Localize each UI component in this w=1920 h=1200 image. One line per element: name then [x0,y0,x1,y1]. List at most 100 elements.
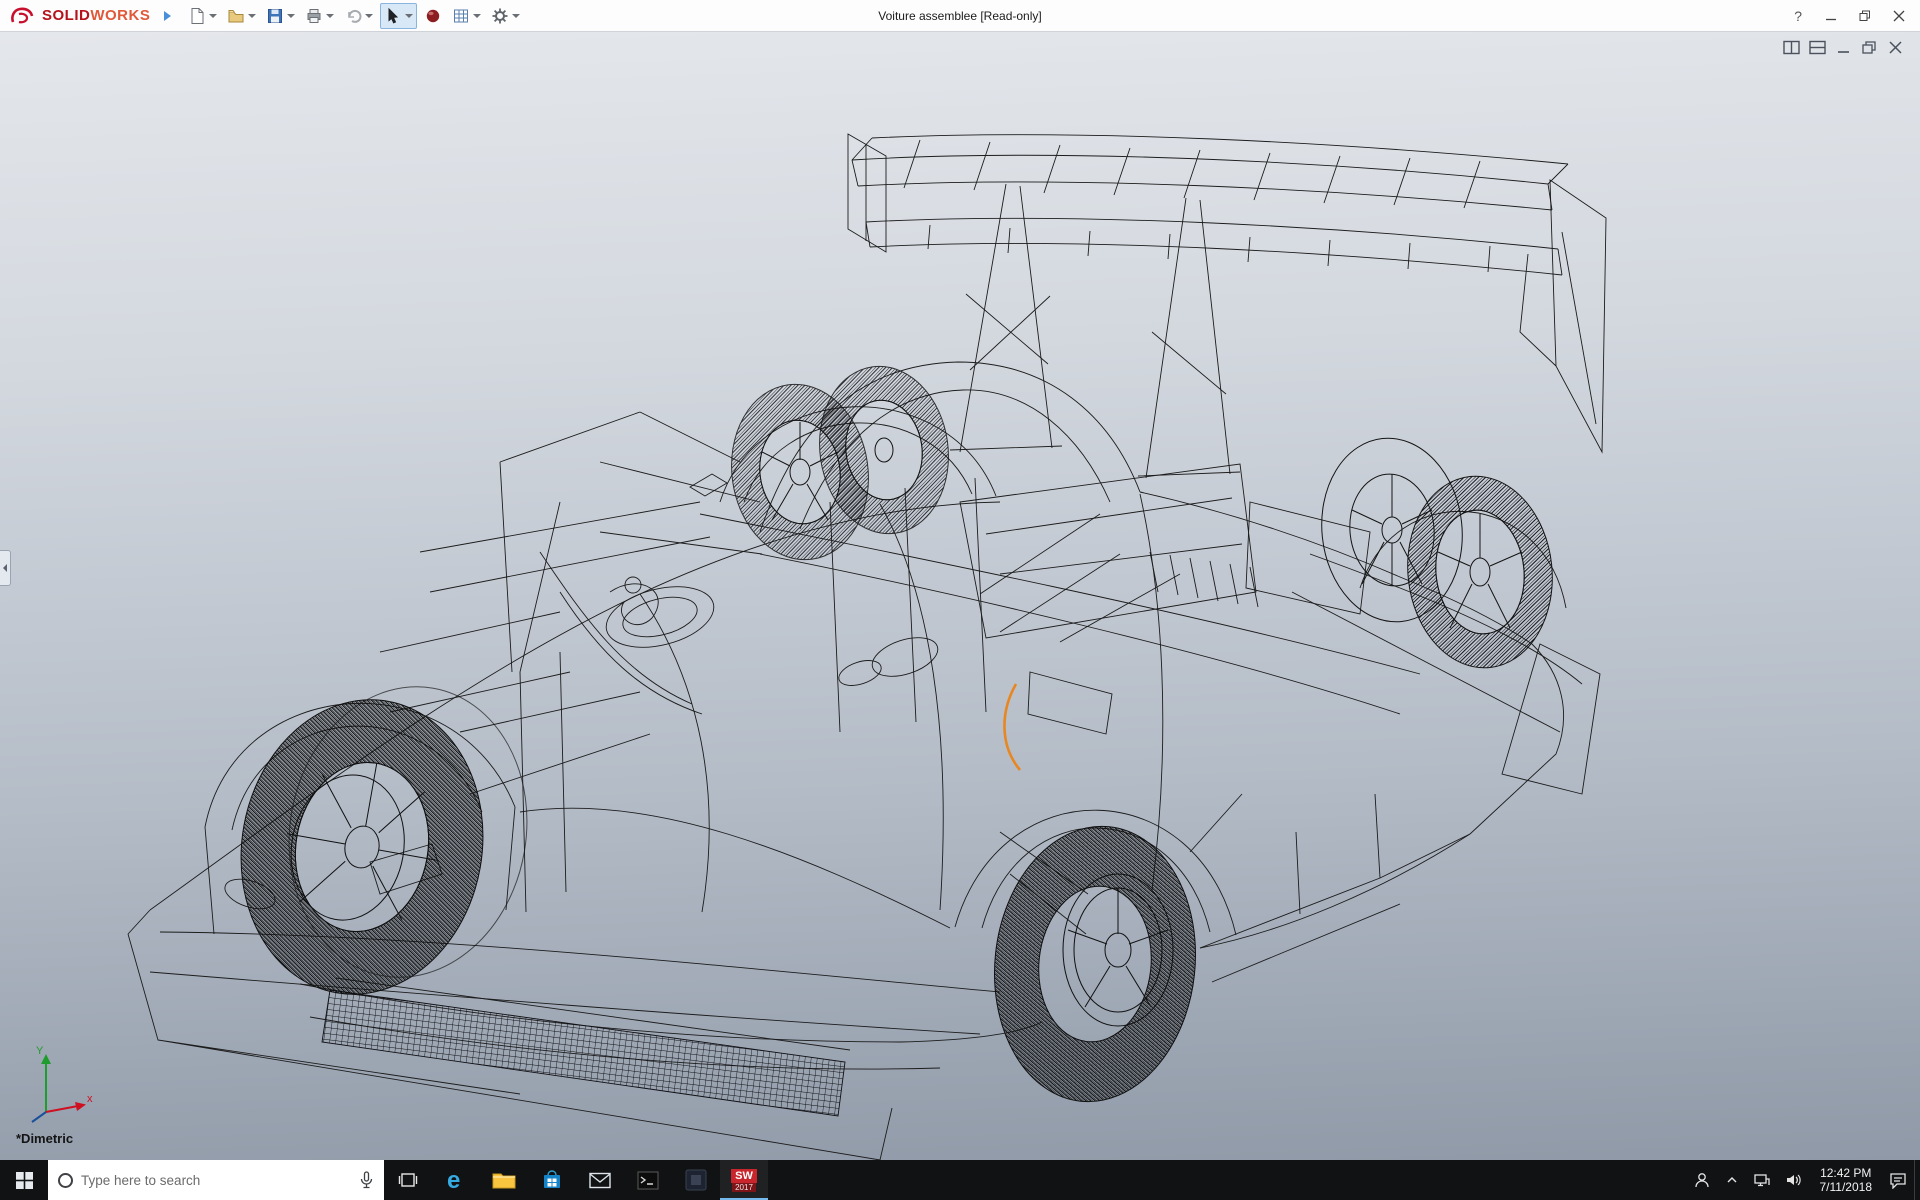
volume-icon [1785,1172,1803,1188]
chevron-down-icon[interactable] [473,14,481,18]
options-gear-icon [491,7,509,25]
action-center-button[interactable] [1882,1160,1914,1200]
undo-arrow-icon [344,7,362,25]
restore-icon [1859,10,1871,22]
help-button[interactable]: ? [1784,6,1812,26]
design-table-icon [452,7,470,25]
options-button[interactable] [488,4,523,28]
dark-app-icon [685,1169,707,1191]
select-cursor-icon [384,7,402,25]
brand-bold: SOLID [42,7,90,24]
front-grille[interactable] [322,978,850,1116]
doc-restore-icon[interactable] [1861,40,1878,55]
sw-badge-text: SW [731,1169,757,1183]
taskbar-search[interactable] [48,1160,384,1200]
open-folder-icon [227,7,245,25]
show-desktop-strip[interactable] [1914,1160,1920,1200]
network-button[interactable] [1746,1160,1778,1200]
people-button[interactable] [1686,1160,1718,1200]
titlebar: SOLIDWORKS [0,0,1920,32]
taskbar-clock[interactable]: 12:42 PM 7/11/2018 [1810,1160,1883,1200]
microphone-icon[interactable] [359,1171,374,1189]
taskbar-spacer [768,1160,1686,1200]
minimize-button[interactable] [1816,4,1846,28]
rear-left-wheel[interactable] [981,816,1209,1111]
command-prompt-icon [637,1171,659,1190]
save-button[interactable] [263,4,298,28]
front-left-wheel[interactable] [218,668,549,1014]
orientation-triad: Y x [16,1040,96,1126]
print-button[interactable] [302,4,337,28]
chevron-down-icon[interactable] [405,14,413,18]
triad-x-label: x [87,1093,93,1105]
chevron-down-icon[interactable] [326,14,334,18]
doc-minimize-icon[interactable] [1835,40,1852,55]
dark-app-button[interactable] [672,1160,720,1200]
clock-time: 12:42 PM [1820,1166,1871,1180]
featuremanager-collapsed-tab[interactable] [0,550,11,586]
appearance-button[interactable] [421,4,445,28]
store-icon [541,1169,563,1191]
ds-logo-icon [10,6,36,26]
restore-button[interactable] [1850,4,1880,28]
edge-icon: e [443,1167,469,1193]
people-icon [1693,1171,1711,1189]
split-pane-icon[interactable] [1783,40,1800,55]
svg-text:e: e [447,1167,460,1193]
view-orientation-label: *Dimetric [16,1131,73,1146]
volume-button[interactable] [1778,1160,1810,1200]
mail-icon [589,1172,611,1189]
file-explorer-icon [492,1170,516,1190]
close-icon [1893,10,1905,22]
rear-right-wheel[interactable] [1313,431,1562,675]
graphics-area[interactable]: Y x *Dimetric [0,32,1920,1160]
document-window-controls [1783,40,1904,55]
chevron-down-icon[interactable] [287,14,295,18]
clock-date: 7/11/2018 [1820,1180,1873,1194]
new-document-icon [188,7,206,25]
chevron-down-icon[interactable] [209,14,217,18]
triad-y-label: Y [36,1045,44,1057]
task-view-icon [398,1172,418,1188]
doc-close-icon[interactable] [1887,40,1904,55]
tile-pane-icon[interactable] [1809,40,1826,55]
windows-logo-icon [16,1172,33,1189]
task-view-button[interactable] [384,1160,432,1200]
toolbar-flyout-arrow-icon[interactable] [164,11,171,21]
wireframe-car-model[interactable] [0,32,1920,1160]
close-button[interactable] [1884,4,1914,28]
chevron-up-icon [1725,1173,1739,1187]
store-button[interactable] [528,1160,576,1200]
selected-edge-highlight[interactable] [1004,684,1020,770]
print-icon [305,7,323,25]
action-center-icon [1889,1172,1907,1189]
window-title: Voiture assemblee [Read-only] [878,9,1041,23]
start-button[interactable] [0,1160,48,1200]
save-floppy-icon [266,7,284,25]
chevron-down-icon[interactable] [512,14,520,18]
mail-button[interactable] [576,1160,624,1200]
solidworks-logo: SOLIDWORKS [0,6,158,26]
solidworks-window: SOLIDWORKS [0,0,1920,1200]
front-right-wheel[interactable] [720,358,959,569]
select-tool-button[interactable] [380,3,417,29]
cortana-icon [58,1173,73,1188]
brand-light: WORKS [90,7,150,24]
rear-wing[interactable] [848,134,1606,478]
search-input[interactable] [81,1173,351,1188]
edge-button[interactable]: e [432,1160,480,1200]
standard-toolbar [185,3,523,29]
file-explorer-button[interactable] [480,1160,528,1200]
chevron-down-icon[interactable] [365,14,373,18]
sw-badge-year: 2017 [732,1183,756,1192]
hidden-icons-button[interactable] [1718,1160,1746,1200]
command-prompt-button[interactable] [624,1160,672,1200]
solidworks-taskbar-button[interactable]: SW 2017 [720,1160,768,1200]
chevron-down-icon[interactable] [248,14,256,18]
undo-button[interactable] [341,4,376,28]
brand-text: SOLIDWORKS [42,7,150,24]
design-table-button[interactable] [449,4,484,28]
open-button[interactable] [224,4,259,28]
system-tray: 12:42 PM 7/11/2018 [1686,1160,1920,1200]
new-document-button[interactable] [185,4,220,28]
